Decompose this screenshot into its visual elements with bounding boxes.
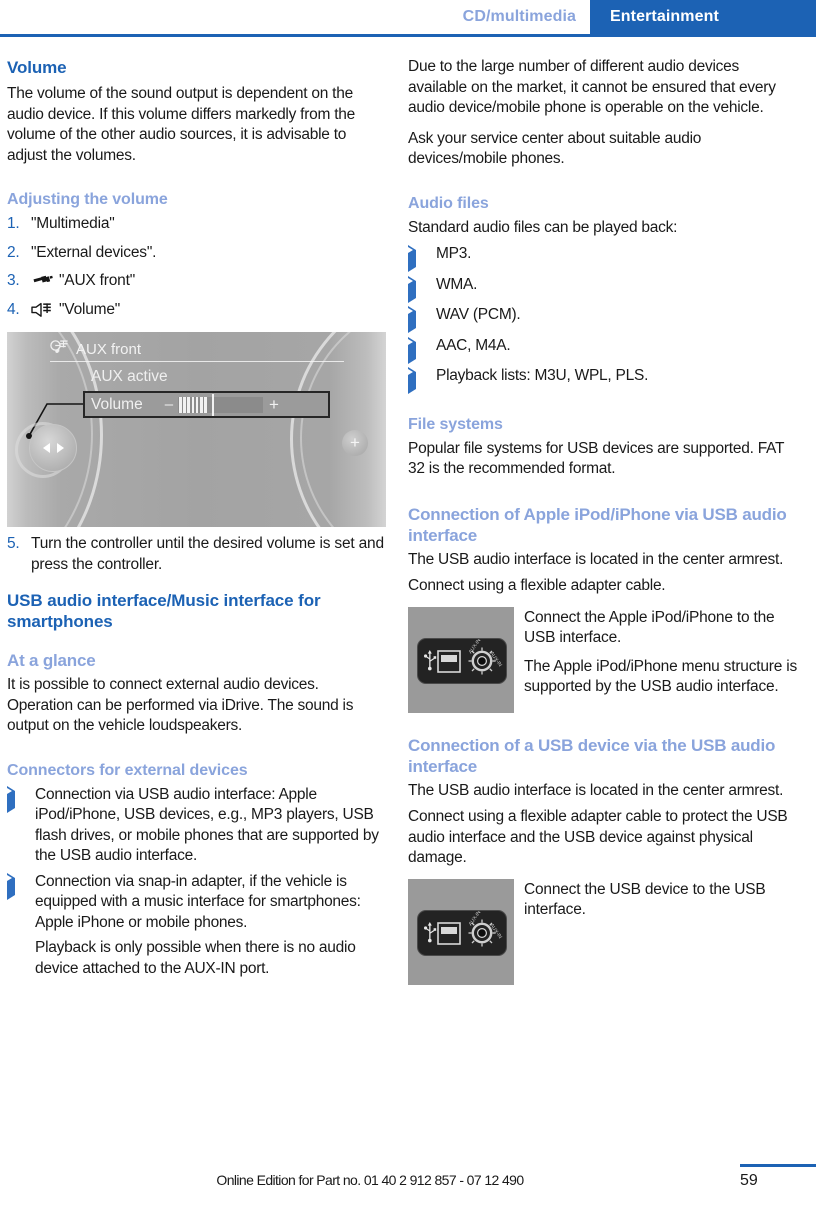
ipod-port-instructions: Connect the Apple iPod/iPhone to the USB… [524, 607, 799, 698]
page-footer: Online Edition for Part no. 01 40 2 912 … [0, 1150, 816, 1208]
left-column: Volume The volume of the sound output is… [7, 57, 386, 984]
bullet-text: AAC, M4A. [436, 336, 511, 354]
step-text: "External devices". [31, 243, 157, 261]
triangle-bullet-icon [408, 366, 436, 394]
chevron-right-icon [56, 443, 64, 453]
connectors-bullet-list: Connection via USB audio interface: Appl… [7, 785, 386, 934]
usb-symbol-icon [424, 649, 437, 670]
page-number-divider [740, 1164, 816, 1167]
paragraph-ipod-adapter: Connect using a flexible adapter cable. [408, 577, 666, 594]
usb-port-figure: AUX-IN AUX-IN [408, 606, 514, 713]
audio-files-bullet-list: MP3. WMA. WAV (PCM). AAC, M4A. Playback … [408, 244, 799, 394]
heading-audio-files: Audio files [408, 194, 489, 212]
step-number: 5. [7, 535, 20, 552]
idrive-controller-knob[interactable] [29, 424, 77, 472]
usb-port-plate: AUX-IN AUX-IN [417, 637, 507, 684]
bullet-text: MP3. [436, 245, 472, 262]
heading-connection-apple-ipod: Connection of Apple iPod/iPhone via USB … [408, 504, 787, 545]
list-item: 4. "Volume" [7, 300, 386, 321]
ipod-usb-port-figure-block: AUX-IN AUX-IN Connect the Apple iPod/iPh… [408, 606, 799, 713]
triangle-bullet-icon [7, 872, 35, 900]
paragraph-audio-files-intro: Standard audio files can be played back: [408, 218, 678, 236]
triangle-bullet-icon [408, 244, 436, 272]
aux-in-jack-icon: AUX-IN AUX-IN [468, 909, 503, 946]
page-number: 59 [740, 1172, 758, 1189]
paragraph-audio-device-variety: Due to the large number of different aud… [408, 58, 776, 116]
right-column: Due to the large number of different aud… [408, 57, 799, 989]
bullet-text: Playback lists: M3U, WPL, PLS. [436, 367, 649, 384]
bullet-text: WMA. [436, 275, 478, 293]
heading-file-systems: File systems [408, 415, 503, 433]
aux-plug-icon [31, 271, 57, 291]
list-item: WAV (PCM). [408, 305, 799, 333]
page-header: CD/multimedia Entertainment [0, 0, 816, 34]
chevron-left-icon [42, 443, 50, 453]
step-5-list: 5. Turn the controller until the desired… [7, 534, 386, 575]
usb-port-plate: AUX-IN AUX-IN [417, 909, 507, 956]
header-chapter-label: CD/multimedia [462, 8, 576, 25]
bullet-text: WAV (PCM). [436, 306, 521, 323]
step-number: 3. [7, 272, 20, 289]
list-item: AAC, M4A. [408, 336, 799, 364]
connectors-note: Playback is only possible when there is … [35, 939, 356, 977]
list-item: Connection via USB audio interface: Appl… [7, 785, 386, 867]
heading-usb-audio-interface: USB audio interface/Music interface for … [7, 591, 321, 631]
idrive-volume-screen-figure: AUX front AUX active Volume – + + [7, 332, 386, 527]
usb-a-receptacle-icon [437, 921, 461, 945]
heading-connectors-for-external-devices: Connectors for external devices [7, 761, 248, 779]
triangle-bullet-icon [408, 305, 436, 333]
ipod-port-paragraph-2: The Apple iPod/iPhone menu structure is … [524, 657, 798, 696]
step-number: 1. [7, 215, 20, 232]
paragraph-usbdev-adapter: Connect using a flexible adapter cable t… [408, 808, 788, 866]
list-item: 3. "AUX front" [7, 271, 386, 292]
heading-at-a-glance: At a glance [7, 651, 96, 670]
paragraph-service-center: Ask your service center about suitable a… [408, 129, 702, 168]
triangle-bullet-icon [7, 785, 35, 813]
step-number: 2. [7, 243, 20, 261]
header-section-label: Entertainment [590, 0, 816, 34]
header-divider [0, 34, 816, 37]
triangle-bullet-icon [408, 275, 436, 303]
adjusting-steps-list: 1. "Multimedia" 2. "External devices". 3… [7, 214, 386, 320]
triangle-bullet-icon [408, 336, 436, 364]
list-item: Playback lists: M3U, WPL, PLS. [408, 366, 799, 394]
bullet-text: Connection via snap-in adapter, if the v… [35, 872, 361, 931]
usbdev-port-instructions: Connect the USB device to the USB interf… [524, 879, 799, 921]
usbdev-port-figure-block: AUX-IN AUX-IN Connect the USB device to … [408, 878, 799, 985]
list-item: MP3. [408, 244, 799, 272]
paragraph-file-systems: Popular file systems for USB devices are… [408, 439, 784, 478]
paragraph-at-a-glance: It is possible to connect external audio… [7, 676, 354, 734]
list-item: 5. Turn the controller until the desired… [7, 534, 386, 575]
heading-adjusting-the-volume: Adjusting the volume [7, 191, 168, 208]
usbdev-port-paragraph-1: Connect the USB device to the USB interf… [524, 880, 766, 919]
list-item: 2. "External devices". [7, 243, 386, 264]
bullet-text: Connection via USB audio interface: Appl… [35, 785, 379, 865]
list-item: Connection via snap-in adapter, if the v… [7, 872, 386, 934]
step-text: Turn the controller until the desired vo… [31, 535, 384, 573]
step-number: 4. [7, 300, 20, 318]
usb-port-figure: AUX-IN AUX-IN [408, 878, 514, 985]
heading-volume: Volume [7, 58, 67, 77]
paragraph-usbdev-location: The USB audio interface is located in th… [408, 781, 784, 799]
heading-connection-usb-device: Connection of a USB device via the USB a… [408, 735, 776, 776]
speaker-volume-icon [31, 300, 57, 320]
step-text: "Volume" [59, 300, 121, 318]
list-item: WMA. [408, 275, 799, 303]
usb-symbol-icon [424, 921, 437, 942]
idrive-plus-button[interactable]: + [342, 430, 368, 456]
aux-in-jack-icon: AUX-IN AUX-IN [468, 637, 503, 674]
page-number-box: 59 [732, 1150, 816, 1208]
step-text: "Multimedia" [31, 215, 115, 232]
list-item: 1. "Multimedia" [7, 214, 386, 235]
ipod-port-paragraph-1: Connect the Apple iPod/iPhone to the USB… [524, 608, 775, 647]
usb-a-receptacle-icon [437, 649, 461, 673]
step-text: "AUX front" [59, 272, 135, 289]
paragraph-volume-intro: The volume of the sound output is depend… [7, 85, 356, 164]
footer-edition-note: Online Edition for Part no. 01 40 2 912 … [216, 1172, 524, 1188]
paragraph-ipod-location: The USB audio interface is located in th… [408, 550, 784, 568]
